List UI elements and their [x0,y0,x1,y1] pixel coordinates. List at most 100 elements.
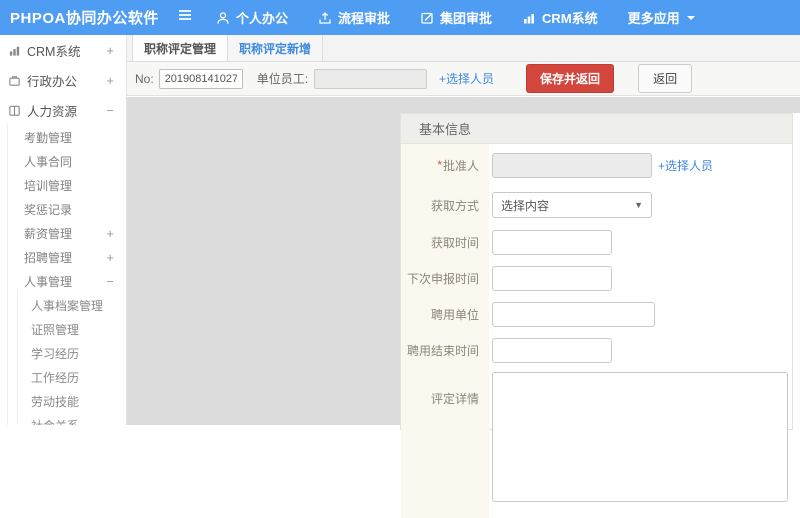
tab-label: 职称评定管理 [144,40,216,57]
sidebar-item-hr-contract[interactable]: 人事合同 [0,149,126,173]
hamburger-icon [177,8,193,27]
approver-input[interactable] [492,153,652,178]
sidebar-item-work-history[interactable]: 工作经历 [0,365,126,389]
nav-label: 集团审批 [440,8,492,27]
briefcase-icon [8,74,21,87]
required-mark: * [437,158,442,172]
expand-icon[interactable]: + [106,226,114,241]
sidebar-item-crm[interactable]: CRM系统 + [0,35,126,65]
app-logo: PHPOA协同办公软件 [0,7,168,28]
next-declare-time-input[interactable] [492,266,612,291]
save-and-return-button[interactable]: 保存并返回 [526,64,614,93]
select-person-link[interactable]: +选择人员 [439,70,494,87]
edit-approval-icon [420,11,434,25]
sidebar-item-label: 行政办公 [27,71,77,90]
content-backdrop: 基本信息 * 批准人 +选择人员 获取方式 [127,97,800,425]
evaluation-detail-textarea[interactable] [492,372,788,502]
tab-title-evaluation-management[interactable]: 职称评定管理 [132,35,228,61]
menu-toggle-button[interactable] [168,8,202,27]
nav-label: 个人办公 [236,8,288,27]
nav-label: CRM系统 [542,8,598,27]
sidebar-item-education-history[interactable]: 学习经历 [0,341,126,365]
nav-more-apps[interactable]: 更多应用 [628,8,696,27]
sidebar-item-label: 人事档案管理 [31,297,103,314]
section-header: 基本信息 [401,114,792,144]
section-title: 基本信息 [419,119,471,138]
field-label: 下次申报时间 [401,260,489,296]
sidebar-item-label: CRM系统 [27,41,80,60]
topbar: PHPOA协同办公软件 个人办公 流程审批 集团审批 [0,0,800,35]
field-label: 获取时间 [401,224,489,260]
sidebar-item-label: 学习经历 [31,345,79,362]
field-label: 聘用结束时间 [401,332,489,368]
form-row-evaluation-detail: 评定详情 [401,368,792,518]
form-row-acquire-method: 获取方式 选择内容 ▼ [401,186,792,224]
sidebar-item-personnel-files[interactable]: 人事档案管理 [0,293,126,317]
tab-label: 职称评定新增 [239,40,311,57]
expand-icon[interactable]: + [106,43,114,58]
employee-label: 单位员工: [257,70,308,87]
toolbar: No: 单位员工: +选择人员 保存并返回 返回 [127,62,800,96]
sidebar-item-training[interactable]: 培训管理 [0,173,126,197]
form-row-employment-end-time: 聘用结束时间 [401,332,792,368]
employer-input[interactable] [492,302,655,327]
sidebar-item-label: 薪资管理 [24,225,72,242]
nav-label: 流程审批 [338,8,390,27]
sidebar-item-label: 培训管理 [24,177,72,194]
sidebar-item-label: 奖惩记录 [24,201,72,218]
sidebar-item-label: 人力资源 [27,101,77,120]
tab-bar: 职称评定管理 职称评定新增 [127,35,800,62]
form-row-acquire-time: 获取时间 [401,224,792,260]
bar-chart-icon [522,11,536,25]
sidebar-item-salary[interactable]: 薪资管理 + [0,221,126,245]
employee-input[interactable] [314,69,427,89]
record-no-input[interactable] [159,69,243,89]
form-row-next-declare-time: 下次申报时间 [401,260,792,296]
sidebar-item-admin-office[interactable]: 行政办公 + [0,65,126,95]
sidebar-item-recruitment[interactable]: 招聘管理 + [0,245,126,269]
expand-icon[interactable]: + [106,73,114,88]
collapse-icon[interactable]: − [106,103,114,118]
field-label: * 批准人 [401,144,489,186]
sidebar-item-hr[interactable]: 人力资源 − [0,95,126,125]
sidebar-item-label: 证照管理 [31,321,79,338]
sidebar-item-labor-skills[interactable]: 劳动技能 [0,389,126,413]
workflow-approval-icon [318,11,332,25]
select-person-link[interactable]: +选择人员 [658,157,713,174]
bar-chart-icon [8,44,21,57]
sidebar-item-label: 工作经历 [31,369,79,386]
sidebar-item-personnel[interactable]: 人事管理− [0,269,126,293]
user-icon [216,11,230,25]
tab-title-evaluation-new[interactable]: 职称评定新增 [228,35,323,61]
sidebar-item-label: 考勤管理 [24,129,72,146]
topnav: 个人办公 流程审批 集团审批 CRM系统 更多应用 [216,8,726,27]
acquire-method-select[interactable]: 选择内容 ▼ [492,192,652,218]
sidebar: CRM系统 + 行政办公 + 人力资源 − 考勤管理 人事合同 培训管理 奖惩记… [0,35,127,425]
nav-label: 更多应用 [628,8,680,27]
sidebar-item-attendance[interactable]: 考勤管理 [0,125,126,149]
acquire-time-input[interactable] [492,230,612,255]
sidebar-item-label: 劳动技能 [31,393,79,410]
nav-workflow-approval[interactable]: 流程审批 [318,8,390,27]
sidebar-item-social-relations[interactable]: 社会关系 [0,413,126,425]
employment-end-time-input[interactable] [492,338,612,363]
select-value: 选择内容 [501,197,549,214]
back-button[interactable]: 返回 [638,64,692,93]
field-label: 评定详情 [401,368,489,518]
sidebar-item-label: 社会关系 [31,417,79,426]
nav-personal-office[interactable]: 个人办公 [216,8,288,27]
expand-icon[interactable]: + [106,250,114,265]
sidebar-item-label: 人事合同 [24,153,72,170]
sidebar-item-label: 招聘管理 [24,249,72,266]
sidebar-item-certificates[interactable]: 证照管理 [0,317,126,341]
form-row-employer: 聘用单位 [401,296,792,332]
book-icon [8,104,21,117]
collapse-icon[interactable]: − [106,274,114,289]
main-area: 职称评定管理 职称评定新增 No: 单位员工: +选择人员 保存并返回 返回 基… [127,35,800,425]
nav-crm-system[interactable]: CRM系统 [522,8,598,27]
field-label: 聘用单位 [401,296,489,332]
sidebar-item-rewards[interactable]: 奖惩记录 [0,197,126,221]
form-area: 基本信息 * 批准人 +选择人员 获取方式 [400,113,800,425]
nav-group-approval[interactable]: 集团审批 [420,8,492,27]
no-label: No: [135,72,154,86]
